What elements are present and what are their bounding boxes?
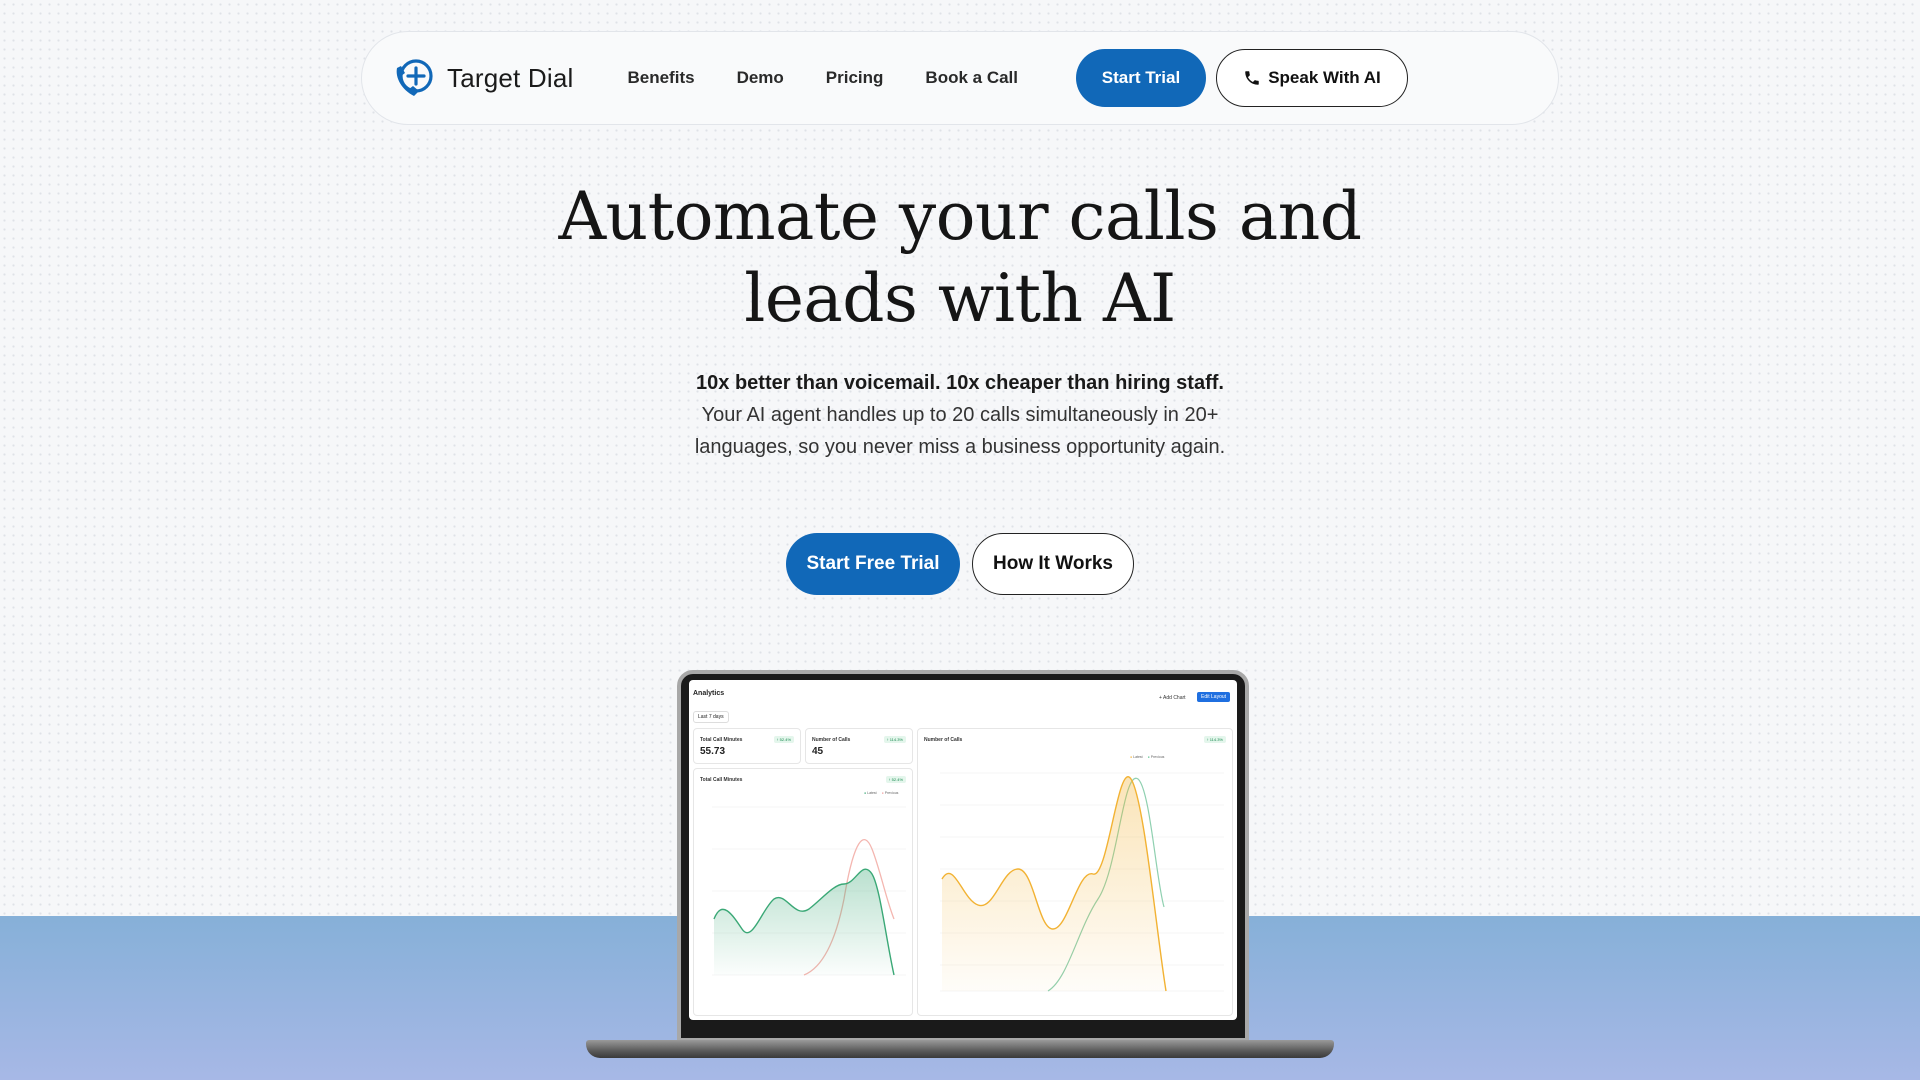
stat-card-value: 55.73 — [700, 746, 726, 757]
analytics-dashboard-screenshot: Analytics Last 7 days + Add Chart Edit L… — [689, 680, 1237, 1020]
stat-card-label: Number of Calls — [812, 737, 851, 743]
nav-actions: Start Trial Speak With AI — [1076, 49, 1408, 107]
nav-link-pricing[interactable]: Pricing — [826, 68, 884, 88]
phone-icon — [1245, 71, 1259, 85]
speak-with-ai-label: Speak With AI — [1268, 68, 1381, 87]
nav-link-book-a-call[interactable]: Book a Call — [925, 68, 1018, 88]
nav-link-demo[interactable]: Demo — [737, 68, 784, 88]
how-it-works-button[interactable]: How It Works — [972, 533, 1134, 595]
hero-cta-group: Start Free Trial How It Works — [786, 533, 1134, 595]
edit-layout-button: Edit Layout — [1197, 692, 1231, 702]
nav-link-benefits[interactable]: Benefits — [627, 68, 694, 88]
nav-links: Benefits Demo Pricing Book a Call — [627, 68, 1060, 88]
speak-with-ai-button[interactable]: Speak With AI — [1216, 49, 1408, 107]
stat-card-label: Total Call Minutes — [700, 737, 743, 743]
minutes-area-chart — [712, 806, 906, 976]
stat-card-badge: ↑ 114.3% — [883, 736, 906, 743]
stat-card-value: 45 — [812, 746, 824, 757]
hero-title-line2: leads with AI — [744, 260, 1176, 337]
add-chart-button: + Add Chart — [1159, 695, 1186, 701]
stat-card-minutes: Total Call Minutes ↑ 52.4% 55.73 — [693, 728, 801, 764]
period-selector: Last 7 days — [693, 711, 729, 723]
calls-chart-card: Number of Calls ↑ 114.3% Latest Previous — [917, 728, 1233, 1016]
start-trial-button[interactable]: Start Trial — [1076, 49, 1206, 107]
minutes-chart-card: Total Call Minutes ↑ 52.4% Latest Previo… — [693, 768, 913, 1016]
dashboard-title: Analytics — [693, 690, 725, 697]
top-nav: Target Dial Benefits Demo Pricing Book a… — [361, 31, 1559, 125]
hero-subtitle-strong: 10x better than voicemail. 10x cheaper t… — [696, 372, 1224, 394]
stat-card-calls: Number of Calls ↑ 114.3% 45 — [805, 728, 913, 764]
hero-subtitle-text: Your AI agent handles up to 20 calls sim… — [694, 404, 1226, 458]
hero-title-line1: Automate your calls and — [558, 178, 1362, 255]
brand-name: Target Dial — [447, 62, 574, 93]
brand-logo[interactable]: Target Dial — [392, 56, 573, 100]
calls-area-chart — [940, 772, 1224, 992]
phone-plus-icon — [396, 59, 433, 96]
laptop-base — [586, 1040, 1334, 1058]
start-free-trial-button[interactable]: Start Free Trial — [786, 533, 960, 595]
laptop-mockup: Analytics Last 7 days + Add Chart Edit L… — [677, 670, 1249, 1042]
hero-title: Automate your calls and leads with AI — [460, 176, 1460, 340]
hero-subtitle: 10x better than voicemail. 10x cheaper t… — [680, 367, 1240, 463]
stat-card-badge: ↑ 52.4% — [773, 736, 794, 743]
